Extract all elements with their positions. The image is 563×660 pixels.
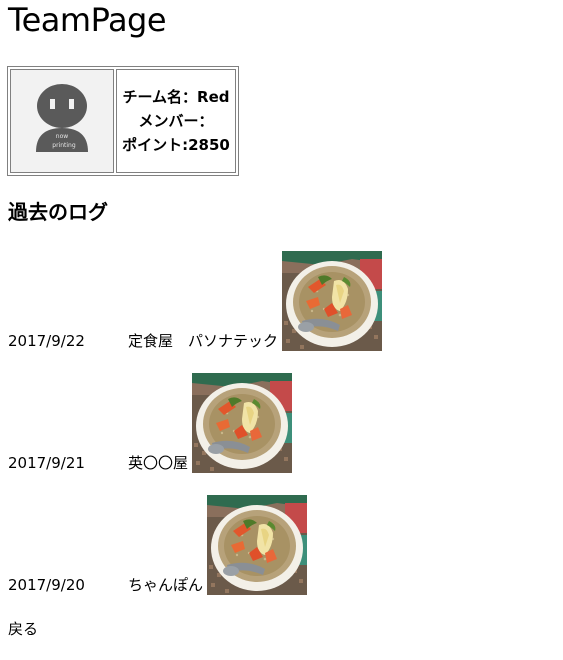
log-entry: 2017/9/21 英〇〇屋 [8, 373, 292, 473]
soup-photo-image [192, 373, 292, 473]
back-link[interactable]: 戻る [8, 619, 38, 639]
log-entry: 2017/9/22 定食屋 パソナテック [8, 251, 382, 351]
log-place: 定食屋 パソナテック [128, 332, 279, 350]
soup-photo-image [282, 251, 382, 351]
team-info-table: now printing チーム名：Red メンバー： ポイント:2850 [7, 66, 239, 176]
log-date: 2017/9/20 [8, 576, 85, 594]
log-entry: 2017/9/20 ちゃんぽん [8, 495, 307, 595]
team-members: メンバー： [138, 112, 214, 130]
team-points: ポイント:2850 [122, 136, 230, 154]
now-printing-avatar-icon: now printing [11, 70, 113, 172]
avatar-caption-line1: now [56, 133, 68, 140]
soup-photo-image [207, 495, 307, 595]
team-details: チーム名：Red メンバー： ポイント:2850 [116, 69, 236, 173]
log-date: 2017/9/21 [8, 454, 85, 472]
log-date: 2017/9/22 [8, 332, 85, 350]
log-place: 英〇〇屋 [128, 454, 189, 472]
page-title: TeamPage [8, 1, 167, 39]
log-place: ちゃんぽん [128, 576, 204, 594]
avatar-caption-line2: printing [52, 142, 76, 149]
team-avatar: now printing [10, 69, 114, 173]
log-heading: 過去のログ [8, 200, 108, 224]
team-name: チーム名：Red [122, 88, 230, 106]
